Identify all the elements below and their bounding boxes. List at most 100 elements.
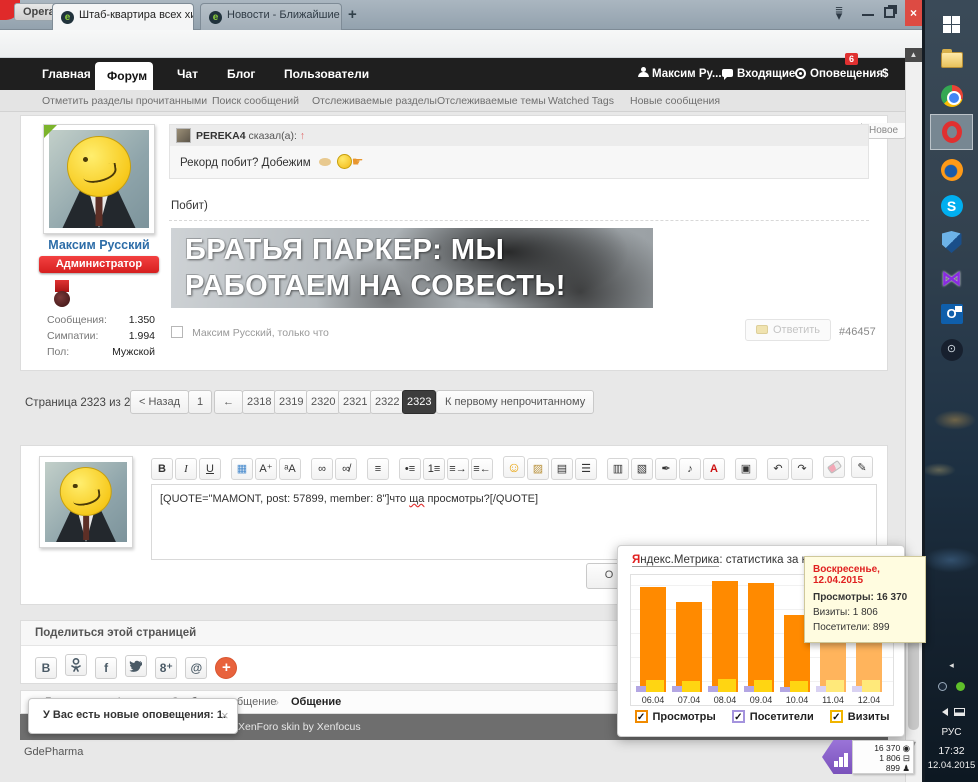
editor-toolbar-button-☺[interactable]: ☺ <box>503 456 525 478</box>
clock-date[interactable]: 12.04.2015 <box>925 760 978 771</box>
nav-account[interactable]: Максим Ру... <box>638 58 722 90</box>
pagination-page[interactable]: 2320 <box>306 390 340 414</box>
chart-bar-group-06.04[interactable]: 06.04 <box>635 575 671 705</box>
mailru-share-icon[interactable]: @ <box>185 657 207 679</box>
editor-toolbar-button-≡←[interactable]: ≡← <box>471 458 493 480</box>
window-close-button[interactable]: × <box>905 0 922 26</box>
reply-user-avatar[interactable] <box>39 456 133 548</box>
metrika-link[interactable]: Яндекс.Метрика <box>632 554 719 567</box>
editor-toolbar-button-↷[interactable]: ↷ <box>791 458 813 480</box>
pagination-back-button[interactable]: < Назад <box>130 390 189 414</box>
window-minimize-button[interactable] <box>862 14 874 16</box>
visits-checkbox[interactable]: ✓ <box>830 710 843 723</box>
nav-users[interactable]: Пользователи <box>272 58 381 90</box>
language-indicator[interactable]: РУС <box>925 727 978 738</box>
subnav-watched-threads[interactable]: Отслеживаемые темы <box>437 90 546 112</box>
metrika-informer-widget[interactable]: 16 370 ◉ 1 806 ⊟ 899 ♟ <box>822 740 914 778</box>
pagination-page[interactable]: 2321 <box>338 390 372 414</box>
editor-toolbar-button-A⁺[interactable]: A⁺ <box>255 458 277 480</box>
footer-skin-link[interactable]: XenForo skin by Xenfocus <box>238 714 361 740</box>
nav-currency[interactable]: $ <box>882 58 888 90</box>
editor-toolbar-button-ᵃA[interactable]: ᵃA <box>279 458 301 480</box>
eraser-icon[interactable] <box>823 456 845 478</box>
post-select-checkbox[interactable] <box>171 326 183 338</box>
editor-toolbar-button-♪[interactable]: ♪ <box>679 458 701 480</box>
visitors-checkbox[interactable]: ✓ <box>732 710 745 723</box>
clock-time[interactable]: 17:32 <box>925 745 978 757</box>
taskbar-chrome[interactable] <box>930 78 973 114</box>
legend-views[interactable]: ✓Просмотры <box>635 710 716 723</box>
pagination-jump-back[interactable]: ← <box>214 390 243 414</box>
window-menu-icon[interactable]: ≡▾ <box>828 7 850 19</box>
editor-toolbar-button-∞[interactable]: ∞ <box>311 458 333 480</box>
tray-icons[interactable] <box>925 682 978 694</box>
tray-volume-network[interactable] <box>925 706 978 718</box>
editor-toolbar-button-▧[interactable]: ▧ <box>631 458 653 480</box>
reply-button[interactable]: Ответить <box>745 319 831 341</box>
post-author-timestamp[interactable]: Максим Русский, только что <box>192 327 329 339</box>
window-restore-button[interactable] <box>884 7 895 18</box>
site-brand[interactable]: GdePharma <box>24 746 83 758</box>
subnav-watched-tags[interactable]: Watched Tags <box>548 90 614 112</box>
nav-chat[interactable]: Чат <box>165 58 210 90</box>
toggle-editor-mode-icon[interactable]: ✎ <box>851 456 873 478</box>
google-plus-share-icon[interactable]: 8⁺ <box>155 657 177 679</box>
chart-bar-group-08.04[interactable]: 08.04 <box>707 575 743 705</box>
editor-toolbar-button-B[interactable]: B <box>151 458 173 480</box>
editor-toolbar-button-▨[interactable]: ▨ <box>527 458 549 480</box>
taskbar-explorer[interactable] <box>930 42 973 78</box>
twitter-share-icon[interactable] <box>125 655 147 677</box>
editor-toolbar-button-1≡[interactable]: 1≡ <box>423 458 445 480</box>
editor-toolbar-button-▣[interactable]: ▣ <box>735 458 757 480</box>
status-green-icon[interactable] <box>956 682 965 691</box>
start-button[interactable] <box>930 6 973 42</box>
taskbar-security-app[interactable] <box>930 224 973 260</box>
editor-toolbar-button-I[interactable]: I <box>175 458 197 480</box>
nav-blog[interactable]: Блог <box>215 58 267 90</box>
pagination-first-unread-button[interactable]: К первому непрочитанному <box>436 390 594 414</box>
taskbar-outlook[interactable]: O <box>930 296 973 332</box>
facebook-share-icon[interactable]: f <box>95 657 117 679</box>
pagination-page[interactable]: 2322 <box>370 390 404 414</box>
chart-bar-group-09.04[interactable]: 09.04 <box>743 575 779 705</box>
taskbar-skype[interactable]: S <box>930 188 973 224</box>
browser-tab-inactive[interactable]: eНовости - Ближайшие за× <box>200 3 342 30</box>
editor-toolbar-button-▦[interactable]: ▦ <box>231 458 253 480</box>
chart-bar-group-07.04[interactable]: 07.04 <box>671 575 707 705</box>
legend-visits[interactable]: ✓Визиты <box>830 710 890 723</box>
editor-toolbar-button-↶[interactable]: ↶ <box>767 458 789 480</box>
jump-to-quote-arrow[interactable]: ↑ <box>300 130 305 142</box>
pagination-page[interactable]: 2319 <box>274 390 308 414</box>
nav-inbox[interactable]: Входящие <box>722 58 795 90</box>
nav-forum-active[interactable]: Форум <box>95 62 153 90</box>
nav-alerts[interactable]: Оповещения <box>795 58 883 90</box>
breadcrumb-current[interactable]: Общение <box>291 691 341 713</box>
pagination-page-1[interactable]: 1 <box>188 390 212 414</box>
legend-visitors[interactable]: ✓Посетители <box>732 710 814 723</box>
editor-toolbar-button-∞̸[interactable]: ∞̸ <box>335 458 357 480</box>
medal-icon[interactable] <box>55 280 69 292</box>
editor-toolbar-button-▤[interactable]: ▤ <box>551 458 573 480</box>
toast-close-icon[interactable]: × <box>221 708 229 723</box>
odnoklassniki-share-icon[interactable] <box>65 654 87 676</box>
network-icon[interactable] <box>954 708 965 716</box>
pagination-page-current[interactable]: 2323 <box>402 390 436 414</box>
editor-toolbar-button-•≡[interactable]: •≡ <box>399 458 421 480</box>
vk-share-icon[interactable]: В <box>35 657 57 679</box>
editor-toolbar-button-≡[interactable]: ≡ <box>367 458 389 480</box>
taskbar-firefox[interactable] <box>930 152 973 188</box>
editor-toolbar-button-▥[interactable]: ▥ <box>607 458 629 480</box>
editor-toolbar-button-A[interactable]: A <box>703 458 725 480</box>
tray-expand-arrow[interactable]: ◂ <box>925 660 978 671</box>
subnav-search-posts[interactable]: Поиск сообщений <box>212 90 299 112</box>
views-checkbox[interactable]: ✓ <box>635 710 648 723</box>
author-name-link[interactable]: Максим Русский <box>43 238 155 252</box>
editor-toolbar-button-☰[interactable]: ☰ <box>575 458 597 480</box>
editor-toolbar-button-✒[interactable]: ✒ <box>655 458 677 480</box>
post-number-link[interactable]: #46457 <box>839 326 876 338</box>
steam-tray-icon[interactable] <box>938 682 947 691</box>
quoted-username[interactable]: PEREKA4 <box>196 130 246 142</box>
alerts-toast[interactable]: У Вас есть новые оповещения: 1. × <box>28 698 238 734</box>
nav-home[interactable]: Главная <box>30 58 103 90</box>
browser-tab-active[interactable]: eШтаб-квартира всех хими× <box>52 3 194 30</box>
